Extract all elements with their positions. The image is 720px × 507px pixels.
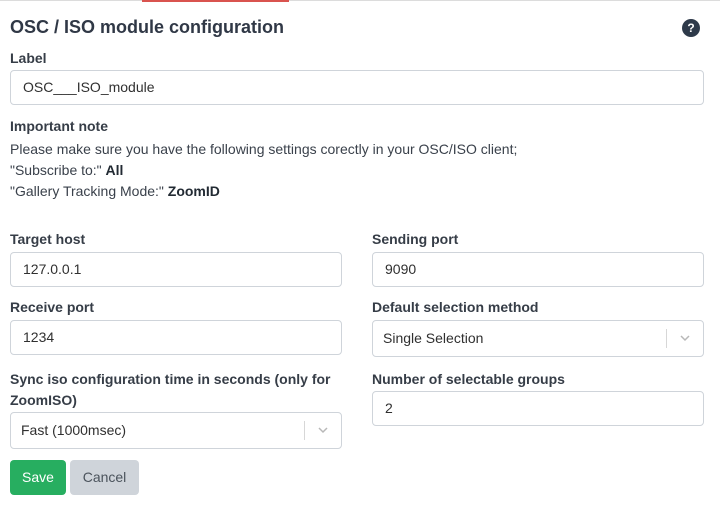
note-line-subscribe: "Subscribe to:" All bbox=[10, 162, 123, 178]
select-separator bbox=[304, 421, 305, 440]
receive-port-label: Receive port bbox=[10, 299, 95, 315]
default-selection-select[interactable]: Single Selection bbox=[372, 320, 704, 357]
gallery-mode-value: ZoomID bbox=[167, 183, 220, 199]
note-line-1: Please make sure you have the following … bbox=[10, 141, 518, 157]
label-field-label: Label bbox=[10, 50, 47, 66]
selectable-groups-label: Number of selectable groups bbox=[372, 371, 565, 387]
select-separator bbox=[666, 329, 667, 348]
default-selection-label: Default selection method bbox=[372, 299, 539, 315]
receive-port-input[interactable]: 1234 bbox=[10, 320, 342, 355]
note-line-gallery: "Gallery Tracking Mode:" ZoomID bbox=[10, 183, 220, 199]
default-selection-value: Single Selection bbox=[383, 330, 484, 346]
chevron-down-icon[interactable] bbox=[680, 333, 690, 343]
subscribe-label: "Subscribe to:" bbox=[10, 162, 102, 178]
save-button[interactable]: Save bbox=[10, 460, 66, 495]
label-input[interactable]: OSC___ISO_module bbox=[10, 70, 704, 105]
sync-time-value: Fast (1000msec) bbox=[21, 422, 127, 438]
gallery-mode-label: "Gallery Tracking Mode:" bbox=[10, 183, 164, 199]
sync-time-select[interactable]: Fast (1000msec) bbox=[10, 412, 342, 449]
chevron-down-icon[interactable] bbox=[318, 425, 328, 435]
top-divider bbox=[0, 0, 720, 1]
sync-time-label-line1: Sync iso configuration time in seconds (… bbox=[10, 371, 331, 387]
subscribe-value: All bbox=[105, 162, 124, 178]
active-tab-indicator bbox=[142, 0, 289, 2]
help-icon[interactable]: ? bbox=[682, 19, 700, 37]
page-title: OSC / ISO module configuration bbox=[10, 17, 285, 37]
important-note-heading: Important note bbox=[10, 118, 108, 134]
target-host-input[interactable]: 127.0.0.1 bbox=[10, 252, 342, 287]
cancel-button[interactable]: Cancel bbox=[70, 460, 139, 495]
sending-port-label: Sending port bbox=[372, 231, 459, 247]
selectable-groups-input[interactable]: 2 bbox=[372, 391, 704, 426]
sync-time-label-line2: ZoomISO) bbox=[10, 392, 77, 408]
sending-port-input[interactable]: 9090 bbox=[372, 252, 704, 287]
target-host-label: Target host bbox=[10, 231, 86, 247]
